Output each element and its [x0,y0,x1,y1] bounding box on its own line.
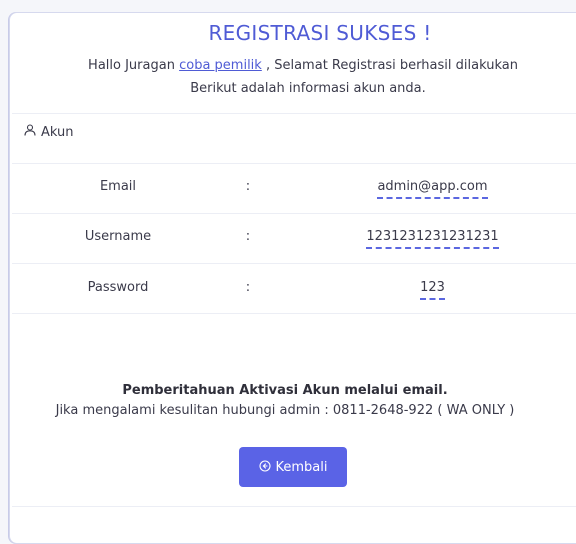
account-row-email: Email : admin@app.com [0,179,576,229]
user-name-link[interactable]: coba pemilik [179,58,262,73]
section-label: Akun [41,124,74,140]
divider [12,113,576,114]
username-value: 1231231231231231 [366,229,499,249]
row-separator: : [245,229,251,244]
activation-notice-title: Pemberitahuan Aktivasi Akun melalui emai… [122,383,448,398]
row-value: admin@app.com [335,179,530,199]
info-line: Berikut adalah informasi akun anda. [190,81,426,96]
greeting-prefix: Hallo Juragan [88,58,175,73]
account-row-username: Username : 1231231231231231 [0,229,576,279]
back-button[interactable]: Kembali [239,447,347,487]
row-separator: : [245,280,251,295]
divider [12,506,576,507]
contact-info: Jika mengalami kesulitan hubungi admin :… [55,403,515,418]
page-title: REGISTRASI SUKSES ! [208,21,432,45]
divider [12,313,576,314]
arrow-circle-left-icon [258,459,271,475]
back-button-label: Kembali [275,459,328,475]
divider [12,213,576,214]
row-key: Password [87,280,149,295]
row-key: Email [99,179,137,194]
row-value: 1231231231231231 [335,229,530,249]
password-value: 123 [420,280,445,300]
divider [12,263,576,264]
row-key: Username [84,229,152,244]
email-value: admin@app.com [377,179,488,199]
divider [12,163,576,164]
account-row-password: Password : 123 [0,280,576,330]
row-value: 123 [335,280,530,300]
greeting-suffix: , Selamat Registrasi berhasil dilakukan [265,58,518,73]
row-separator: : [245,179,251,194]
greeting-line: Hallo Juragan coba pemilik , Selamat Reg… [0,58,576,73]
section-header-akun: Akun [24,124,74,140]
user-icon [24,124,36,140]
